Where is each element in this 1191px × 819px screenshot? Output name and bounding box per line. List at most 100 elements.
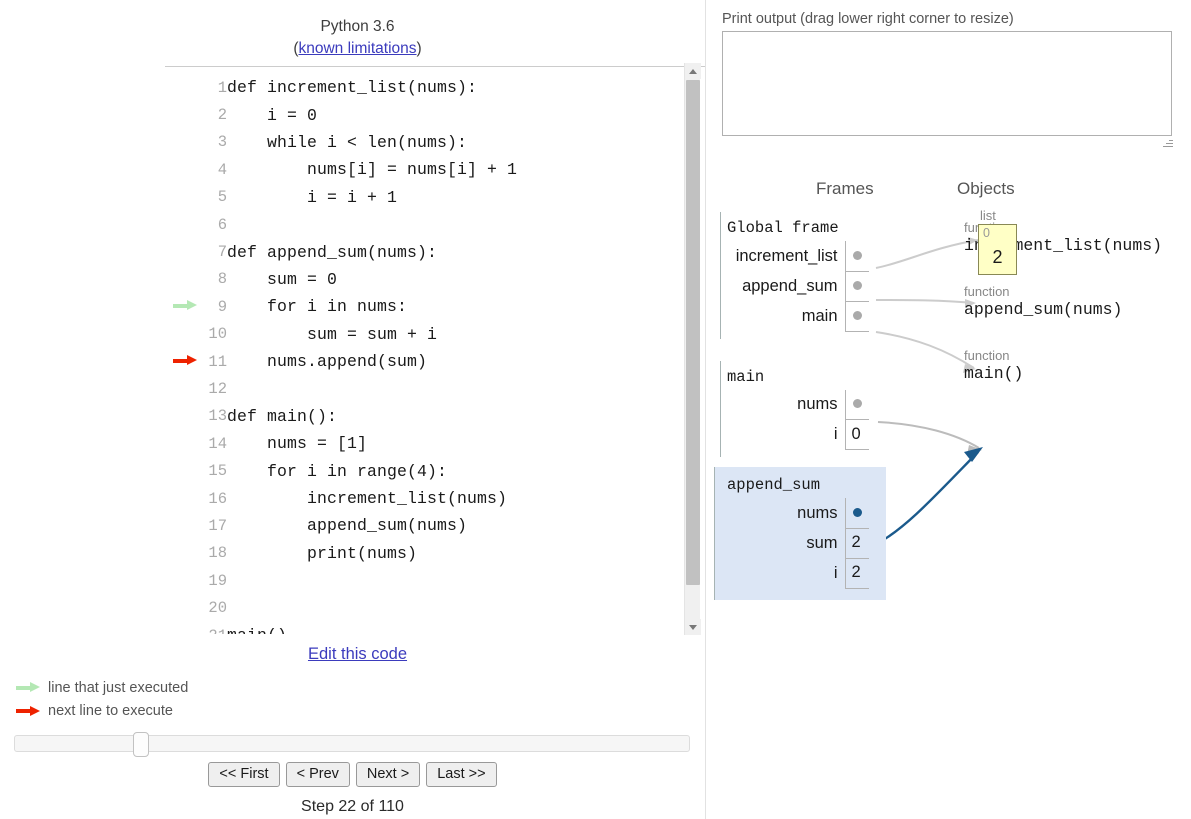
execution-legend: line that just executed next line to exec… xyxy=(14,676,188,723)
variable-value: 2 xyxy=(844,528,869,559)
python-version-header: Python 3.6 (known limitations) xyxy=(165,16,550,61)
connector-arrowhead xyxy=(967,445,982,455)
resize-grip-icon[interactable] xyxy=(1162,136,1174,148)
connector-arrowhead-active xyxy=(964,447,983,462)
code-scrollbar[interactable] xyxy=(684,63,701,635)
code-line-text: i = 0 xyxy=(227,105,318,125)
scrollbar-thumb[interactable] xyxy=(686,80,700,585)
variable-pointer xyxy=(844,498,869,529)
code-line-number: 12 xyxy=(208,379,227,398)
step-slider[interactable] xyxy=(14,732,690,757)
code-line-text: sum = 0 xyxy=(227,269,338,289)
code-gutter-cell xyxy=(165,184,197,211)
code-display-wrapper: 1 def increment_list(nums): 2 i = 03 while… xyxy=(165,66,705,634)
code-line-row: 15 for i in range(4): xyxy=(165,457,517,484)
list-element: 02 xyxy=(978,224,1017,275)
next-button[interactable]: Next > xyxy=(355,762,421,787)
paren-close: ) xyxy=(416,40,422,58)
code-line-text: def main(): xyxy=(227,406,338,426)
code-gutter-cell xyxy=(165,622,197,634)
code-line-text: while i < len(nums): xyxy=(227,132,468,152)
code-gutter-cell xyxy=(165,485,197,512)
code-line-row: 8 sum = 0 xyxy=(165,266,517,293)
code-line-row: 21main() xyxy=(165,622,517,634)
code-gutter-cell xyxy=(165,211,197,238)
code-line-number: 19 xyxy=(208,571,227,590)
edit-this-code-link[interactable]: Edit this code xyxy=(308,645,407,663)
step-slider-thumb[interactable] xyxy=(133,732,149,757)
code-line-number: 13 xyxy=(208,407,227,426)
frame-title: main xyxy=(727,367,765,386)
print-output-textarea[interactable] xyxy=(722,31,1172,136)
known-limitations-link[interactable]: known limitations xyxy=(298,40,416,57)
code-line-row: 4 nums[i] = nums[i] + 1 xyxy=(165,156,517,183)
code-gutter-cell xyxy=(165,266,197,293)
code-line-row: 9 for i in nums: xyxy=(165,293,517,320)
code-display[interactable]: 1 def increment_list(nums): 2 i = 03 while… xyxy=(165,67,686,634)
code-gutter-cell xyxy=(165,457,197,484)
code-line-text: for i in range(4): xyxy=(227,461,448,481)
pointer-dot-icon xyxy=(852,281,862,290)
variable-pointer xyxy=(844,241,869,272)
code-gutter-cell xyxy=(165,594,197,621)
python-version-label: Python 3.6 xyxy=(320,18,395,35)
code-line-number: 1 xyxy=(217,78,227,97)
code-line-text xyxy=(227,375,517,402)
code-line-number: 17 xyxy=(208,516,227,535)
code-line-number: 18 xyxy=(208,544,227,563)
variable-row: main xyxy=(721,301,869,332)
code-gutter-cell xyxy=(165,129,197,156)
variable-value: 0 xyxy=(844,419,869,450)
code-gutter-cell xyxy=(165,430,197,457)
code-line-row: 3 while i < len(nums): xyxy=(165,129,517,156)
code-gutter-cell xyxy=(165,403,197,430)
frame-variables-table: nums i 0 xyxy=(721,389,869,450)
code-line-text: nums[i] = nums[i] + 1 xyxy=(227,160,518,180)
variable-value: 2 xyxy=(844,558,869,589)
code-line-number: 15 xyxy=(208,462,227,481)
code-gutter-cell xyxy=(165,540,197,567)
code-line-row: 16 increment_list(nums) xyxy=(165,485,517,512)
visualization-pane: Print output (drag lower right corner to… xyxy=(706,0,1191,819)
object-function-append-sum: function append_sum(nums) xyxy=(964,284,1122,319)
variable-row: nums xyxy=(721,498,869,529)
code-line-number: 4 xyxy=(217,160,227,179)
variable-row: nums xyxy=(721,389,869,420)
code-line-row: 7 def append_sum(nums): xyxy=(165,238,517,265)
list-element-value: 2 xyxy=(992,247,1003,267)
frame-variables-table: increment_list append_sum main xyxy=(721,241,869,332)
object-type-label: function xyxy=(964,348,1010,363)
code-line-number: 16 xyxy=(208,489,227,508)
legend-label: line that just executed xyxy=(48,679,189,696)
code-line-row: 18 print(nums) xyxy=(165,540,517,567)
frames-column-header: Frames xyxy=(816,179,874,198)
code-gutter-cell xyxy=(165,567,197,594)
code-line-text xyxy=(227,211,517,238)
code-line-text: increment_list(nums) xyxy=(227,489,508,509)
frame-title: Global frame xyxy=(727,219,839,237)
pointer-dot-icon xyxy=(852,507,862,517)
list-row: 02 xyxy=(978,224,1017,275)
code-line-text xyxy=(227,594,517,621)
prev-button[interactable]: < Prev xyxy=(285,762,350,787)
pointer-dot-icon xyxy=(852,399,862,409)
step-counter-label: Step 22 of 110 xyxy=(301,798,404,815)
variable-row: sum 2 xyxy=(721,528,869,559)
scroll-up-icon[interactable] xyxy=(685,63,701,79)
stack-frame: Global frame increment_list append_sum main xyxy=(720,212,895,339)
first-button[interactable]: << First xyxy=(208,762,280,787)
last-button[interactable]: Last >> xyxy=(426,762,497,787)
code-line-row: 17 append_sum(nums) xyxy=(165,512,517,539)
scroll-down-icon[interactable] xyxy=(685,619,701,635)
variable-row: increment_list xyxy=(721,241,869,272)
next-line-arrow-icon xyxy=(16,705,40,717)
list-element-index: 0 xyxy=(983,226,990,240)
code-gutter-cell xyxy=(165,375,197,402)
variable-name: main xyxy=(801,306,838,325)
code-line-row: 2 i = 0 xyxy=(165,101,517,128)
objects-column-header: Objects xyxy=(957,179,1015,198)
legend-row: line that just executed xyxy=(14,676,188,700)
frame-title: append_sum xyxy=(727,476,821,494)
code-line-text: def append_sum(nums): xyxy=(227,242,438,262)
variable-pointer xyxy=(844,271,869,302)
